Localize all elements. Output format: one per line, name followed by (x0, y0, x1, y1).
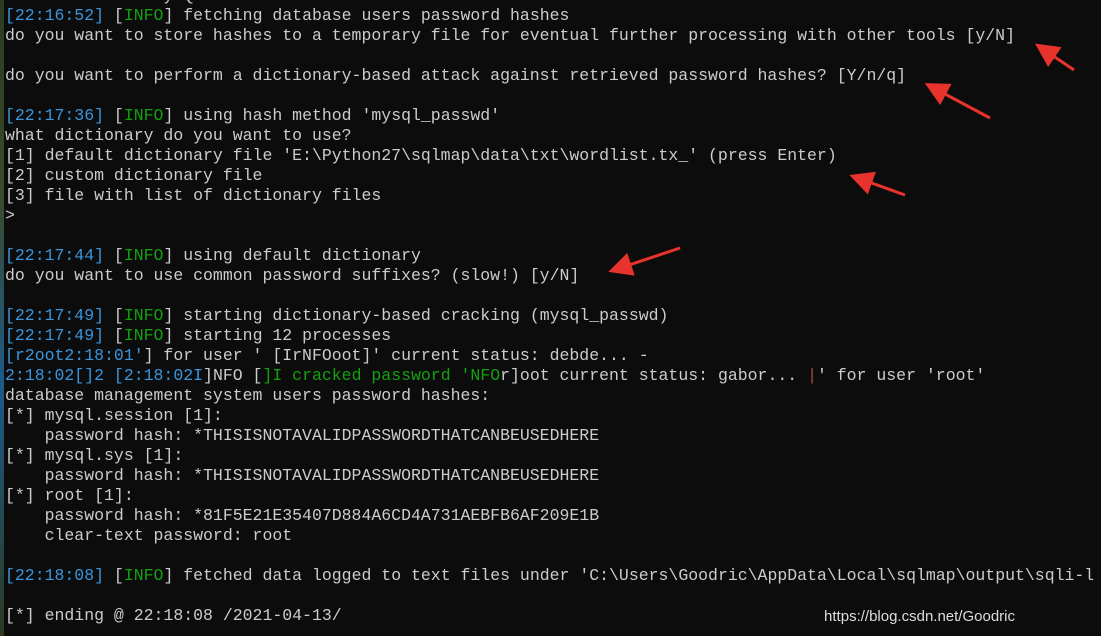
console-text: database management system users passwor… (5, 386, 491, 405)
log-level: INFO (123, 6, 164, 25)
console-text: do you want to perform a dictionary-base… (5, 66, 907, 85)
console-text: [ (104, 6, 124, 25)
timestamp: [22:17:44] (5, 246, 105, 265)
console-text: [3] file with list of dictionary files (5, 186, 382, 205)
timestamp: [22:17:49] (5, 326, 105, 345)
console-line: password hash: *THISISNOTAVALIDPASSWORDT… (5, 426, 1094, 446)
log-level: INFO (123, 246, 164, 265)
console-line: [*] root [1]: (5, 486, 1094, 506)
console-line: password hash: *81F5E21E35407D884A6CD4A7… (5, 506, 1094, 526)
log-level: INFO (123, 306, 164, 325)
console-text: do you want to store hashes to a tempora… (5, 26, 1015, 45)
console-text: [*] ending @ 22:18:08 /2021-04-13/ (5, 606, 342, 625)
console-line: [*] mysql.sys [1]: (5, 446, 1094, 466)
console-text: ] using hash method 'mysql_passwd' (163, 106, 501, 125)
watermark: https://blog.csdn.net/Goodric (824, 608, 1015, 625)
console-text: password hash: *THISISNOTAVALIDPASSWORDT… (5, 426, 600, 445)
console-line: [22:16:52] [INFO] fetching database user… (5, 6, 1094, 26)
timestamp: [22:17:49] (5, 306, 105, 325)
log-level: INFO (123, 326, 164, 345)
timestamp: [22:18:08] (5, 566, 105, 585)
console-line: password hash: *THISISNOTAVALIDPASSWORDT… (5, 466, 1094, 486)
console-text: [ (104, 246, 124, 265)
timestamp: [r2oot2:18:01' (5, 346, 144, 365)
console-text: [*] root [1]: (5, 486, 134, 505)
terminal-output: back-end DBMS: MySQL >= 5.0[22:16:52] [I… (5, 0, 1094, 626)
log-level: INFO (123, 566, 164, 585)
console-text: [2] custom dictionary file (5, 166, 263, 185)
console-text: [*] mysql.sys [1]: (5, 446, 184, 465)
console-text: password hash: *THISISNOTAVALIDPASSWORDT… (5, 466, 600, 485)
console-text: r]oot current status: gabor... (500, 366, 808, 385)
console-line: [2] custom dictionary file (5, 166, 1094, 186)
console-text: ] starting dictionary-based cracking (my… (163, 306, 669, 325)
console-line: [22:17:44] [INFO] using default dictiona… (5, 246, 1094, 266)
timestamp: [22:17:36] (5, 106, 105, 125)
console-text: [*] mysql.session [1]: (5, 406, 223, 425)
console-text: ] for user ' [IrNFOoot]' current status:… (143, 346, 649, 365)
console-text: [ (104, 306, 124, 325)
timestamp: 2:18:02[]2 [2:18:02I (5, 366, 204, 385)
console-text: [1] default dictionary file 'E:\Python27… (5, 146, 837, 165)
console-line: [22:17:49] [INFO] starting dictionary-ba… (5, 306, 1094, 326)
console-line: clear-text password: root (5, 526, 1094, 546)
console-text: password hash: *81F5E21E35407D884A6CD4A7… (5, 506, 600, 525)
console-text: clear-text password: root (5, 526, 293, 545)
console-text: ] using default dictionary (163, 246, 421, 265)
console-text: ] fetched data logged to text files unde… (163, 566, 1095, 585)
console-text: what dictionary do you want to use? (5, 126, 352, 145)
console-line: do you want to use common password suffi… (5, 266, 1094, 286)
console-line: [22:17:49] [INFO] starting 12 processes (5, 326, 1094, 346)
console-line: [3] file with list of dictionary files (5, 186, 1094, 206)
console-text: > (5, 206, 15, 225)
console-line: [1] default dictionary file 'E:\Python27… (5, 146, 1094, 166)
console-text: ] fetching database users password hashe… (163, 6, 570, 25)
desktop-background-strip (0, 0, 4, 636)
console-line: [22:17:36] [INFO] using hash method 'mys… (5, 106, 1094, 126)
timestamp: [22:16:52] (5, 6, 105, 25)
console-line: database management system users passwor… (5, 386, 1094, 406)
console-text: back-end DBMS: MySQL >= 5.0 (5, 0, 272, 5)
console-text: | (807, 366, 817, 385)
console-text: [ (104, 326, 124, 345)
console-line: [r2oot2:18:01'] for user ' [IrNFOoot]' c… (5, 346, 1094, 366)
console-text: ]NFO [ (203, 366, 263, 385)
console-line: [22:18:08] [INFO] fetched data logged to… (5, 566, 1094, 586)
console-text: [ (104, 106, 124, 125)
console-text: ] starting 12 processes (163, 326, 392, 345)
console-line: 2:18:02[]2 [2:18:02I]NFO []I cracked pas… (5, 366, 1094, 386)
console-text: [ (104, 566, 124, 585)
console-text: do you want to use common password suffi… (5, 266, 580, 285)
log-level: ]I cracked password 'NFO (262, 366, 501, 385)
console-line: do you want to store hashes to a tempora… (5, 26, 1094, 46)
console-line: [*] mysql.session [1]: (5, 406, 1094, 426)
console-text: ' for user 'root' (816, 366, 986, 385)
console-line: what dictionary do you want to use? (5, 126, 1094, 146)
log-level: INFO (123, 106, 164, 125)
console-line: > (5, 206, 1094, 226)
console-line: do you want to perform a dictionary-base… (5, 66, 1094, 86)
